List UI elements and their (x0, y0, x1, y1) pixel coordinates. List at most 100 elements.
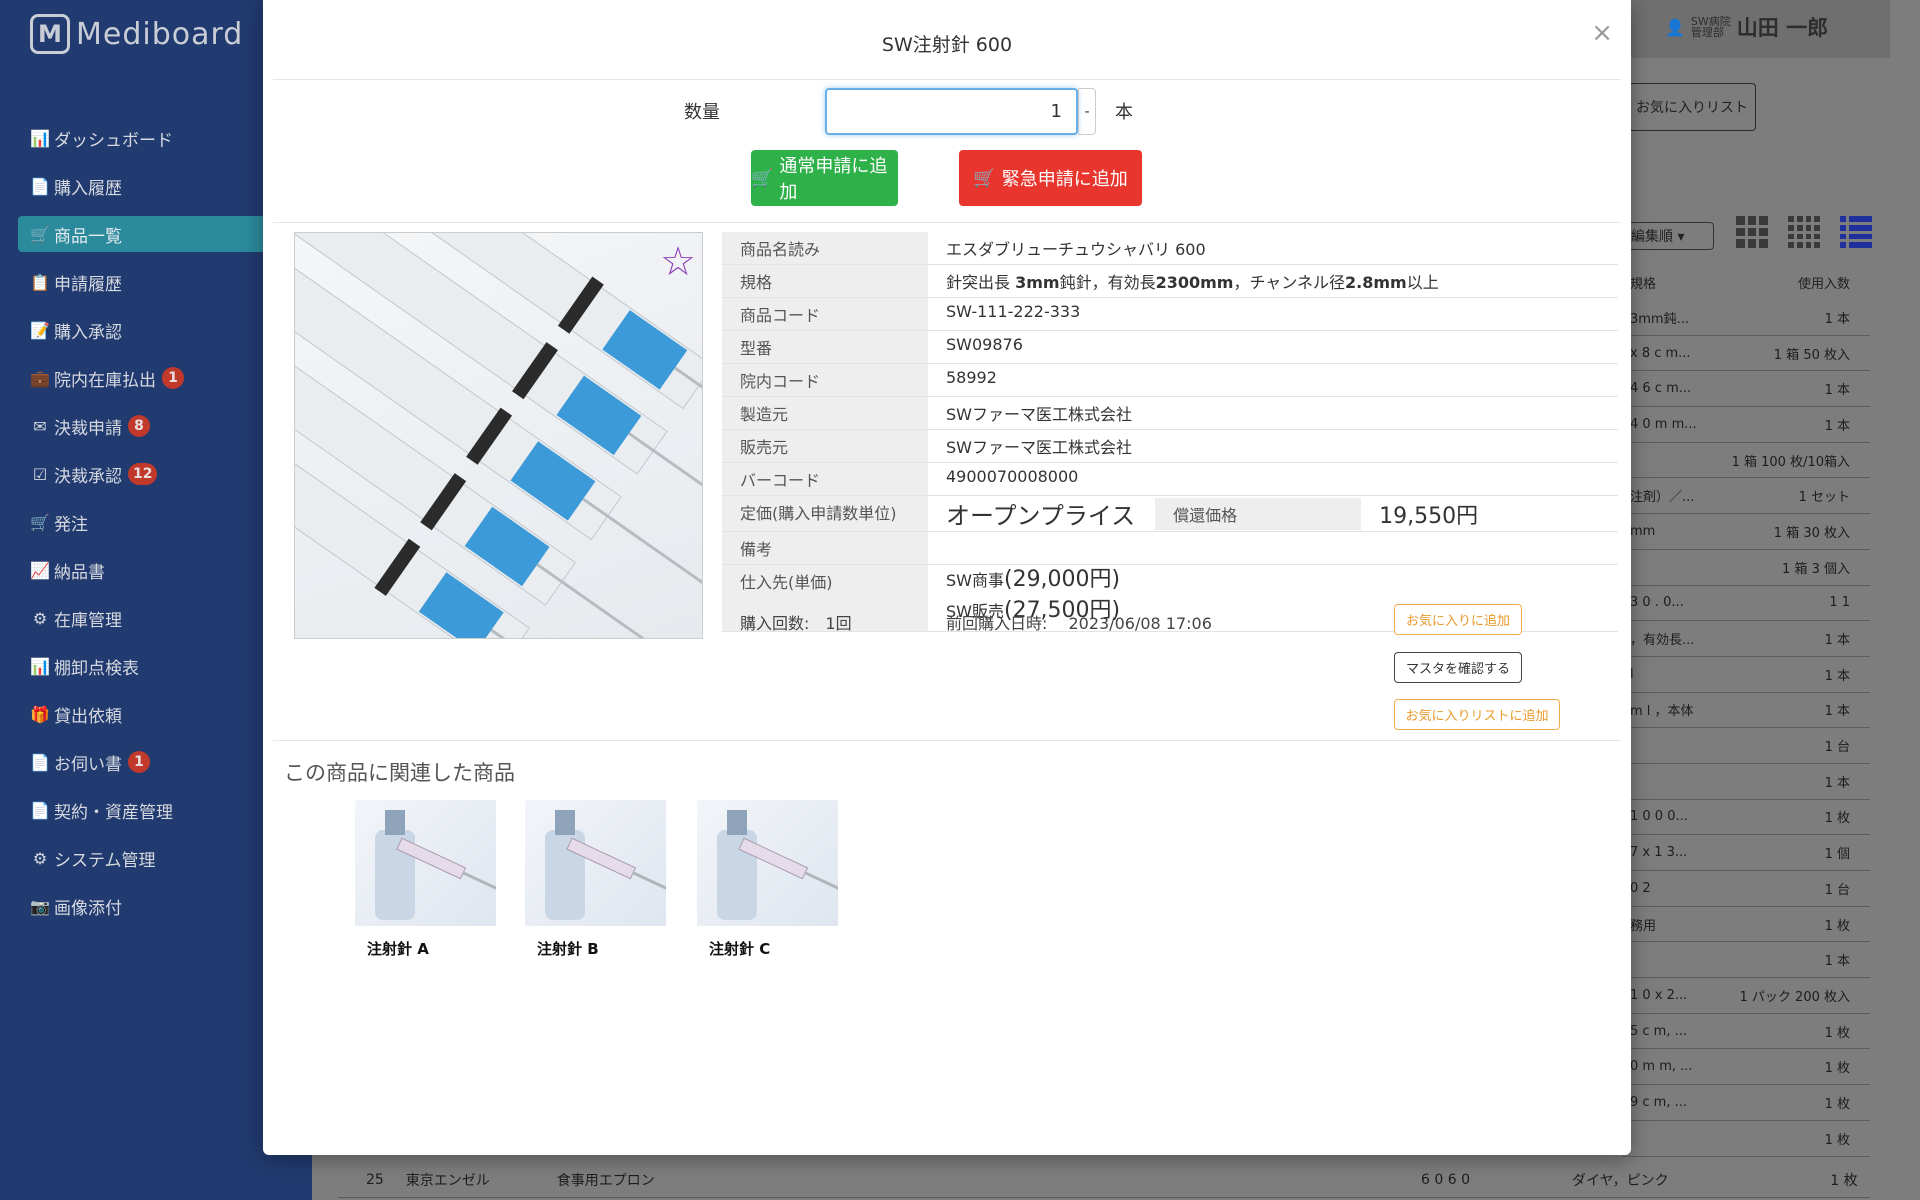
sidebar-item-label: 契約・資産管理 (54, 802, 173, 823)
info-row-model: 型番 SW09876 (722, 331, 1618, 364)
sidebar-item-label: ダッシュボード (54, 130, 173, 151)
add-favorite-list-button[interactable]: お気に入りリストに追加 (1394, 699, 1560, 730)
count-badge: 1 (128, 751, 150, 773)
reimbursement-label: 償還価格 (1155, 497, 1362, 530)
table-header: 規格 使用入数 (1622, 264, 1870, 300)
table-row[interactable]: 3mm鈍... 1 本 (1622, 300, 1870, 336)
related-product-image (355, 800, 496, 926)
table-row[interactable]: m l ，本体 1 本 (1622, 693, 1870, 729)
sidebar-item-label: 購入履歴 (54, 178, 122, 199)
quantity-row: 数量 - 本 (263, 88, 1631, 136)
info-row-maker: 製造元 SWファーマ医工株式会社 (722, 397, 1618, 430)
sidebar-item-label: 納品書 (54, 562, 105, 583)
grid-small-icon[interactable] (1788, 216, 1820, 248)
related-product-card[interactable]: 注射針 C (697, 800, 838, 959)
nav-icon: ⚙ (32, 608, 48, 628)
related-product-image (525, 800, 666, 926)
close-icon[interactable]: × (1591, 18, 1613, 48)
nav-icon: 📋 (30, 272, 50, 292)
quantity-label: 数量 (684, 102, 720, 123)
add-urgent-request-button[interactable]: 🛒 緊急申請に追加 (959, 150, 1142, 206)
sidebar-item-label: 棚卸点検表 (54, 658, 139, 679)
quantity-input[interactable] (825, 88, 1078, 135)
cart-icon: 🛒 (751, 167, 774, 189)
modal-header: SW注射針 600 (273, 0, 1621, 80)
favorite-star-icon[interactable]: ☆ (660, 239, 696, 285)
add-favorite-button[interactable]: お気に入りに追加 (1394, 604, 1522, 635)
nav-icon: 📄 (30, 800, 50, 820)
nav-icon: 🛒 (30, 224, 50, 244)
table-row[interactable]: 1 箱 3 個入 (1622, 550, 1870, 586)
sort-select[interactable]: 編集順 ▾ (1622, 222, 1714, 250)
table-row[interactable]: 9 c m, ... 1 枚 (1622, 1085, 1870, 1121)
nav-icon: 📄 (30, 176, 50, 196)
table-row[interactable]: 4 6 c m... 1 本 (1622, 371, 1870, 408)
related-product-card[interactable]: 注射針 A (355, 800, 496, 959)
table-row[interactable]: 1 本 (1622, 764, 1870, 800)
count-badge: 12 (128, 463, 158, 485)
check-master-button[interactable]: マスタを確認する (1394, 652, 1522, 683)
nav-icon: 📊 (30, 656, 50, 676)
table-row[interactable]: 3 0 . 0... 1 1 (1622, 586, 1870, 622)
table-row[interactable]: 7 x 1 3... 1 個 (1622, 835, 1870, 871)
table-row[interactable]: 務用 1 枚 (1622, 907, 1870, 943)
sidebar-item-label: 申請履歴 (54, 274, 122, 295)
nav-icon: 📄 (30, 752, 50, 772)
table-row[interactable]: mm 1 箱 30 枚入 (1622, 514, 1870, 550)
table-row[interactable]: 0 21 台 (1622, 871, 1870, 907)
nav-icon: 🛒 (30, 512, 50, 532)
add-normal-request-button[interactable]: 🛒 通常申請に追加 (751, 150, 898, 206)
info-row-spec: 規格 針突出長 3mm鈍針，有効長2300mm，チャンネル径2.8mm以上 (722, 265, 1618, 298)
table-row[interactable]: 25 東京エンゼル 食事用エプロン 6 0 6 0 ダイヤ，ピンク 1 枚 (338, 1162, 1870, 1198)
table-row[interactable]: l1 本 (1622, 657, 1870, 693)
sidebar-item-label: お伺い書 (54, 754, 122, 775)
nav-icon: 📷 (30, 896, 50, 916)
user-name: 山田 一郎 (1736, 16, 1829, 40)
table-row[interactable]: 4 0 m m... 1 本 (1622, 407, 1870, 443)
background-product-table: 規格 使用入数 3mm鈍... 1 本x 8 c m... 1 箱 50 枚入 4 6… (1622, 264, 1870, 1157)
table-row[interactable]: 1 0 0 0... 1 枚 (1622, 800, 1870, 836)
nav-icon: ⚙ (32, 848, 48, 868)
info-row-price: 定価(購入申請数単位) オープンプライス 償還価格 19,550円 (722, 496, 1618, 532)
sidebar-item-label: 在庫管理 (54, 610, 122, 631)
table-row[interactable]: 1 台 (1622, 728, 1870, 764)
nav-icon: ✉ (33, 416, 47, 436)
sidebar-item-label: 購入承認 (54, 322, 122, 343)
quantity-stepper[interactable]: - (1078, 88, 1096, 135)
grid-large-icon[interactable] (1736, 216, 1768, 248)
table-row[interactable]: 注剤）／... 1 セット (1622, 478, 1870, 515)
purchase-count: 購入回数: 1回 (740, 614, 852, 633)
table-row[interactable]: 1 本 (1622, 942, 1870, 979)
logo-mark-icon: M (30, 14, 70, 54)
table-row[interactable]: 1 箱 100 枚/10箱入 (1622, 443, 1870, 479)
sidebar-item-label: 発注 (54, 514, 88, 535)
last-purchase-date: 前回購入日時: 2023/06/08 17:06 (946, 614, 1212, 633)
col-qty: 使用入数 (1797, 276, 1850, 292)
divider (273, 222, 1621, 223)
table-row[interactable]: ，有効長... 1 本 (1622, 621, 1870, 657)
table-row[interactable]: 5 c m, ... 1 枚 (1622, 1014, 1870, 1050)
user-info[interactable]: 👤 SW病院 管理部 山田 一郎 (1665, 12, 1828, 42)
product-detail-modal: SW注射針 600 × 数量 - 本 🛒 通常申請に追加 🛒 緊急申請に追加 (263, 0, 1631, 1155)
sidebar-item-label: 院内在庫払出 (54, 370, 156, 391)
nav-icon: ☑ (32, 464, 48, 484)
user-org: SW病院 管理部 (1690, 15, 1731, 39)
product-image: ☆ (294, 232, 703, 639)
related-product-image (697, 800, 838, 926)
sidebar-item-label: 決裁申請 (54, 418, 122, 439)
table-row[interactable]: 1 枚 (1622, 1121, 1870, 1157)
table-row[interactable]: 1 0 x 2... 1 パック 200 枚入 (1622, 978, 1870, 1014)
syringes-image (295, 233, 702, 638)
info-row-barcode: バーコード 4900070008000 (722, 463, 1618, 496)
app-logo[interactable]: M Mediboard (30, 14, 243, 54)
favorite-list-button[interactable]: お気に入りリスト (1628, 83, 1756, 131)
table-row[interactable]: 0 m m, ... 1 枚 (1622, 1049, 1870, 1086)
info-row-seller: 販売元 SWファーマ医工株式会社 (722, 430, 1618, 463)
related-product-name: 注射針 C (709, 940, 771, 958)
table-row[interactable]: x 8 c m... 1 箱 50 枚入 (1622, 336, 1870, 372)
divider (273, 740, 1621, 741)
list-view-icon[interactable] (1840, 216, 1872, 248)
related-product-card[interactable]: 注射針 B (525, 800, 666, 959)
sidebar-item-label: 貸出依頼 (54, 706, 122, 727)
count-badge: 8 (128, 415, 150, 437)
